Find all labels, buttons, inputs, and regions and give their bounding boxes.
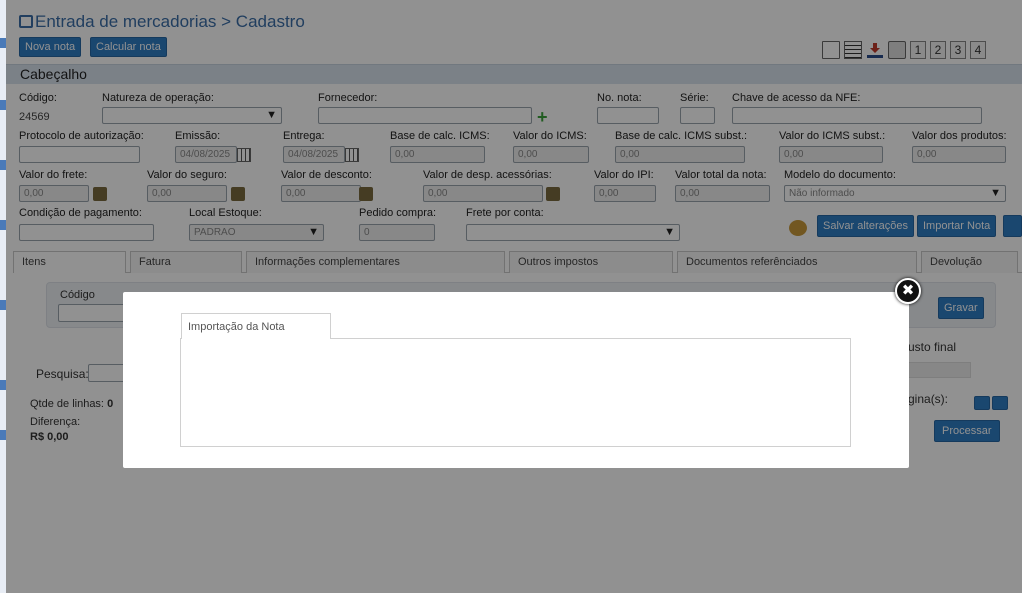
app-background: Entrada de mercadorias > Cadastro Nova n… — [0, 0, 1022, 593]
tab-importacao-da-nota[interactable]: Importação da Nota — [181, 313, 331, 339]
import-modal: Importação da Nota — [123, 292, 909, 468]
close-icon[interactable]: ✖ — [895, 278, 921, 304]
import-panel — [180, 338, 851, 447]
